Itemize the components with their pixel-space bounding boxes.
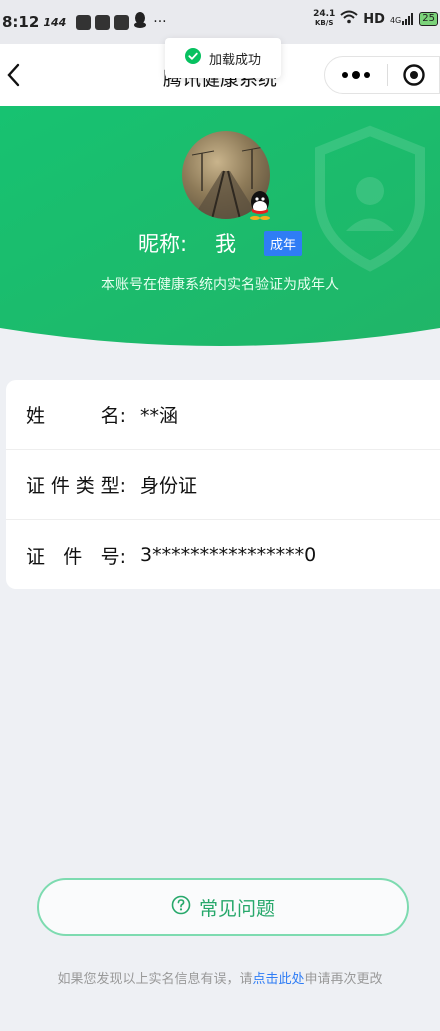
- close-miniprogram-icon[interactable]: [388, 63, 439, 87]
- hd-label: HD: [363, 11, 385, 27]
- toast-text: 加载成功: [208, 52, 261, 68]
- footer-text-after: 申请再次更改: [304, 972, 383, 987]
- battery-icon: 25: [419, 12, 438, 26]
- nickname-value: 我: [215, 232, 237, 256]
- qq-notification-icon: [133, 12, 147, 32]
- net-speed-value: 24.1: [313, 9, 336, 19]
- footer-text-before: 如果您发现以上实名信息有误，请: [57, 972, 253, 987]
- info-row-id-number: 证件号: 3****************0: [6, 520, 440, 590]
- info-row-name: 姓名: **涵: [6, 380, 440, 450]
- faq-label: 常见问题: [198, 897, 275, 920]
- id-number-value: 3****************0: [140, 544, 317, 566]
- net-speed-unit: KB/S: [315, 19, 334, 27]
- footer-note: 如果您发现以上实名信息有误，请点击此处申请再次更改: [0, 968, 440, 987]
- adult-badge: 成年: [264, 230, 303, 256]
- faq-button[interactable]: 常见问题: [37, 878, 409, 936]
- status-speed-small: 144: [43, 15, 67, 29]
- app-notification-icon: [76, 14, 92, 30]
- app-notification-icon: [114, 14, 130, 30]
- help-icon: [171, 895, 191, 920]
- nickname-row: 昵称: 我 成年: [0, 228, 440, 258]
- id-type-value: 身份证: [140, 475, 198, 497]
- net-speed: 24.1 KB/S: [313, 10, 335, 28]
- nickname-label: 昵称:: [137, 232, 188, 256]
- identity-info-card: 姓名: **涵 证件类型: 身份证 证件号: 3****************…: [6, 380, 440, 589]
- status-time: 8:12: [2, 13, 40, 31]
- info-row-id-type: 证件类型: 身份证: [6, 450, 440, 520]
- verification-subtitle: 本账号在健康系统内实名验证为成年人: [101, 277, 339, 293]
- app-notification-icon: [95, 14, 111, 30]
- qq-icon: [247, 190, 273, 220]
- id-number-label: 证件号:: [26, 545, 126, 568]
- battery-level: 25: [422, 13, 435, 24]
- status-right: 24.1 KB/S HD 4G 25: [313, 10, 438, 28]
- miniprogram-capsule: [324, 56, 440, 94]
- wifi-icon: [340, 10, 358, 28]
- more-notifications-icon: ···: [153, 14, 167, 30]
- signal-icon: 4G: [390, 13, 414, 25]
- signal-label: 4G: [389, 16, 402, 25]
- id-type-label: 证件类型:: [26, 475, 126, 497]
- change-request-link[interactable]: 点击此处: [252, 972, 304, 987]
- loading-toast: 加载成功: [165, 38, 281, 78]
- name-label: 姓名:: [26, 405, 126, 427]
- profile-header: 昵称: 我 成年 本账号在健康系统内实名验证为成年人: [0, 106, 440, 351]
- success-check-icon: [184, 48, 201, 68]
- name-value: **涵: [140, 405, 179, 427]
- more-menu-icon[interactable]: [325, 70, 387, 79]
